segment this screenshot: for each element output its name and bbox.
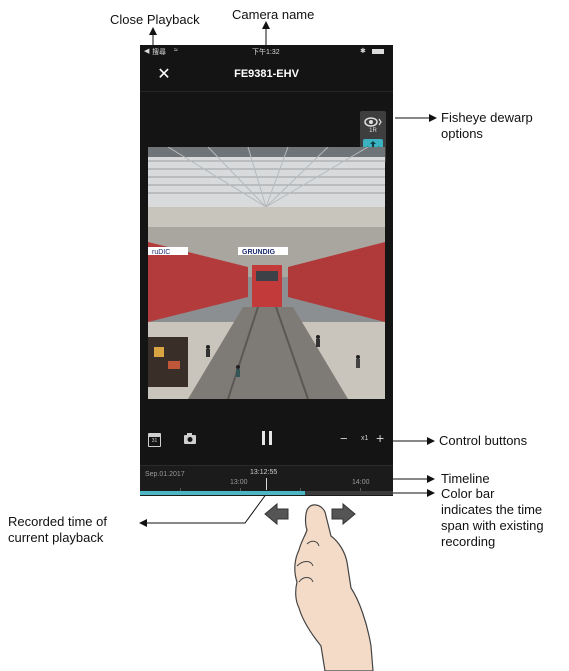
recorded-time-callout: Recorded time of current playback [8,514,107,546]
arrow-right-icon [331,502,356,526]
recording-color-bar [140,491,305,495]
fisheye-callout-line-2: options [441,126,483,141]
speed-minus-button[interactable]: − [340,431,348,446]
arrow-left-icon [264,502,289,526]
speed-plus-button[interactable]: + [376,430,384,446]
no-recording-bar [305,491,393,495]
bluetooth-icon: ✱ [360,48,366,55]
hand-icon [294,504,374,671]
control-buttons-callout: Control buttons [439,433,528,448]
video-playback[interactable]: ruDIC GRUNDIG [148,147,385,399]
fisheye-callout-line-1: Fisheye dewarp [441,110,533,125]
tick-label-1400: 14:00 [352,479,370,486]
timeline-date: Sep.01.2017 [145,471,185,478]
station-sign-left: ruDIC [152,249,170,256]
camera-icon[interactable] [183,432,197,450]
station-video-frame: ruDIC GRUNDIG [148,147,385,399]
battery-icon [372,49,384,54]
pause-icon[interactable] [261,430,273,451]
color-bar-callout-line-3: span with existing [441,518,544,533]
color-bar-callout-line-1: Color bar [441,486,495,501]
wifi-icon: ≈ [174,47,178,54]
recorded-time-pointer [139,492,268,527]
color-bar-callout-line-4: recording [441,534,496,549]
current-playback-time: 13:12:55 [250,469,278,476]
status-bar: ◀ 搜尋 ≈ 下午1:32 ✱ [140,45,393,59]
control-buttons: 31 − x1 + [140,429,393,453]
recorded-time-callout-line-2: current playback [8,530,104,545]
calendar-day: 31 [151,438,158,444]
color-bar-callout-line-2: indicates the time [441,502,543,517]
timeline-callout: Timeline [441,471,490,486]
station-sign-grundig: GRUNDIG [242,249,276,256]
recorded-time-callout-line-1: Recorded time of [8,514,107,529]
fisheye-callout: Fisheye dewarp options [441,110,533,142]
camera-name-title: FE9381-EHV [234,68,299,80]
phone-screen: ◀ 搜尋 ≈ 下午1:32 ✱ ✕ FE9381-EHV 1R ruDIC GR… [140,45,393,496]
tick-label-1300: 13:00 [230,479,248,486]
timeline[interactable]: Sep.01.2017 13:12:55 13:00 14:00 [140,465,393,496]
camera-name-callout: Camera name [232,7,315,22]
speed-indicator: x1 [361,435,369,442]
playhead-marker [266,478,267,490]
swipe-gesture-illustration [264,502,374,671]
close-playback-callout: Close Playback [110,12,200,27]
color-bar-callout: Color bar indicates the time span with e… [441,486,544,550]
clock: 下午1:32 [252,49,280,56]
top-nav-bar: ✕ FE9381-EHV [140,59,393,92]
carrier-label: 搜尋 [152,49,166,56]
calendar-icon[interactable]: 31 [148,433,161,447]
back-app-icon: ◀ [144,48,150,55]
dewarp-mode-label: 1R [369,128,377,134]
